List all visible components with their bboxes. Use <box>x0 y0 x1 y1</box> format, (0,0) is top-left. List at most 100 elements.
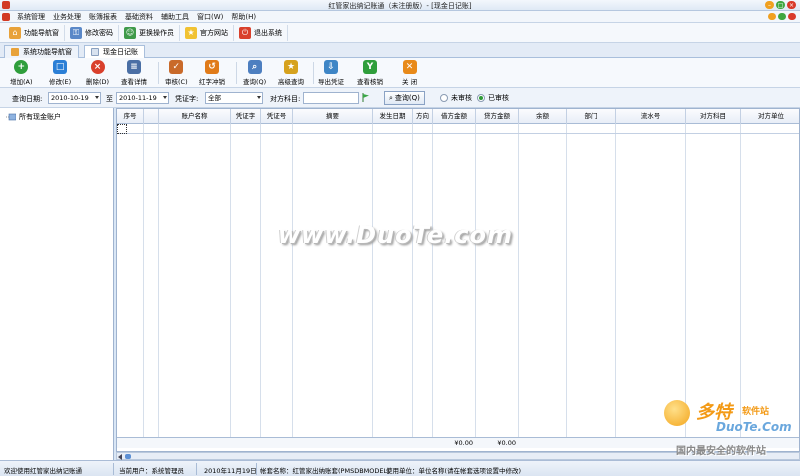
menu-help[interactable]: 帮助(H) <box>227 12 260 22</box>
col-voucher-no[interactable]: 凭证号 <box>261 109 293 124</box>
close-button[interactable]: ✕ 关 闭 <box>402 60 417 86</box>
counter-account-label: 对方科目: <box>270 95 301 103</box>
date-from-picker[interactable]: 2010-10-19 <box>48 92 101 104</box>
edit-icon: □ <box>53 60 68 74</box>
grid-header: 序号 账户名称 凭证字 凭证号 摘要 发生日期 方向 借方金额 贷方金额 余额 … <box>117 109 799 124</box>
counter-account-input[interactable] <box>303 92 359 104</box>
official-site-button[interactable]: ★ 官方网站 <box>180 24 234 41</box>
add-button[interactable]: + 增加(A) <box>10 60 33 86</box>
switch-operator-button[interactable]: ☺ 更换操作员 <box>119 24 180 41</box>
col-voucher-type[interactable]: 凭证字 <box>231 109 261 124</box>
close-window-icon[interactable]: × <box>787 1 796 9</box>
tree-item-label: 所有现金账户 <box>19 113 61 121</box>
radio-unaudited-dot <box>440 94 448 102</box>
document-tabs: 系统功能导航窗 现金日记账 <box>0 43 800 58</box>
date-to-picker[interactable]: 2010-11-19 <box>116 92 169 104</box>
menu-system[interactable]: 系统管理 <box>13 12 49 22</box>
flag-icon[interactable] <box>362 93 370 102</box>
excel-icon: Y <box>363 60 377 74</box>
mascot-icon <box>664 400 690 426</box>
grid-line <box>230 124 231 444</box>
voucher-type-label: 凭证字: <box>175 95 199 103</box>
nav-window-button[interactable]: ⌂ 功能导航窗 <box>4 24 65 41</box>
menu-basic-data[interactable]: 基础资料 <box>121 12 157 22</box>
grid-line <box>143 124 144 444</box>
watermark-logo-cn-small: 软件站 <box>742 407 770 417</box>
focused-cell[interactable] <box>117 124 127 134</box>
exit-system-button[interactable]: ⏻ 退出系统 <box>234 24 288 41</box>
query-submit-label: 查询(Q) <box>394 94 420 102</box>
advanced-query-label: 高级查询 <box>278 78 304 86</box>
status-separator <box>113 463 114 475</box>
tab-nav-window-label: 系统功能导航窗 <box>23 48 72 56</box>
delete-button[interactable]: × 删除(D) <box>86 60 109 86</box>
audit-icon: ✓ <box>169 60 184 74</box>
total-debit: ¥0.00 <box>454 439 473 447</box>
tab-cash-journal[interactable]: 现金日记账 <box>84 45 145 58</box>
view-writeoff-label: 查看核销 <box>357 78 383 86</box>
audit-button[interactable]: ✓ 审核(C) <box>165 60 188 86</box>
col-debit[interactable]: 借方金额 <box>433 109 476 124</box>
radio-audited[interactable]: 已审核 <box>477 93 509 103</box>
mdi-minimize-icon[interactable] <box>768 13 776 20</box>
col-serial[interactable]: 流水号 <box>616 109 686 124</box>
key-icon: ⚿ <box>70 26 82 39</box>
view-details-button[interactable]: ≡ 查看详情 <box>121 60 147 86</box>
red-reverse-button[interactable]: ↺ 红字冲销 <box>199 60 225 86</box>
tree-item-all-cash-accounts[interactable]: 所有现金账户 <box>6 112 61 122</box>
menu-reports[interactable]: 账簿报表 <box>85 12 121 22</box>
home-icon <box>11 48 19 56</box>
search-icon: ⌕ <box>247 60 262 74</box>
status-bar: 欢迎使用红管家出纳记账通 当前用户：系统管理员 2010年11月19日 帐套名称… <box>0 460 800 476</box>
advanced-query-button[interactable]: ★ 高级查询 <box>278 60 304 86</box>
menu-window[interactable]: 窗口(W) <box>193 12 227 22</box>
export-voucher-button[interactable]: ⇩ 导出凭证 <box>318 60 344 86</box>
grid-line <box>615 124 616 444</box>
grid-line <box>372 124 373 444</box>
radio-unaudited[interactable]: 未审核 <box>440 93 472 103</box>
app-menu-icon[interactable] <box>2 12 10 21</box>
col-account-name[interactable]: 账户名称 <box>159 109 231 124</box>
menu-business[interactable]: 业务处理 <box>49 12 85 22</box>
query-submit-button[interactable]: ⌕ 查询(Q) <box>384 91 425 105</box>
nav-window-label: 功能导航窗 <box>24 28 59 37</box>
mdi-close-icon[interactable] <box>788 13 796 20</box>
change-password-button[interactable]: ⚿ 修改密码 <box>65 24 119 41</box>
voucher-type-select[interactable]: 全部 <box>205 92 263 104</box>
window-controls: – □ × <box>765 1 796 9</box>
col-seq[interactable]: 序号 <box>117 109 144 124</box>
col-department[interactable]: 部门 <box>567 109 616 124</box>
close-label: 关 闭 <box>402 78 418 86</box>
mdi-restore-icon[interactable] <box>778 13 786 20</box>
col-counter-unit[interactable]: 对方单位 <box>741 109 799 124</box>
minimize-icon[interactable]: – <box>765 1 774 9</box>
col-balance[interactable]: 余额 <box>519 109 567 124</box>
query-button[interactable]: ⌕ 查询(Q) <box>243 60 266 86</box>
watermark-text: www.DuoTe.com <box>278 221 513 249</box>
col-date[interactable]: 发生日期 <box>373 109 413 124</box>
star-icon: ★ <box>185 26 197 39</box>
edit-button[interactable]: □ 修改(E) <box>49 60 71 86</box>
total-credit: ¥0.00 <box>497 439 516 447</box>
col-credit[interactable]: 贷方金额 <box>476 109 519 124</box>
status-account-set: 帐套名称：红管家出纳账套(PMSDBMODEL) <box>260 467 390 475</box>
tab-nav-window[interactable]: 系统功能导航窗 <box>4 45 79 58</box>
col-flag[interactable] <box>144 109 159 124</box>
menu-tools[interactable]: 辅助工具 <box>157 12 193 22</box>
scroll-thumb[interactable] <box>125 454 131 459</box>
home-icon: ⌂ <box>9 26 21 39</box>
edit-label: 修改(E) <box>49 78 72 86</box>
grid-line <box>260 124 261 444</box>
status-separator <box>256 463 257 475</box>
date-to-label: 至 <box>106 95 113 103</box>
window-title: 红管家出纳记账通（未注册版）- [现金日记账] <box>328 2 472 10</box>
main-toolbar: ⌂ 功能导航窗 ⚿ 修改密码 ☺ 更换操作员 ★ 官方网站 ⏻ 退出系统 <box>0 23 800 43</box>
table-row[interactable] <box>117 124 799 134</box>
col-summary[interactable]: 摘要 <box>293 109 373 124</box>
col-counter-account[interactable]: 对方科目 <box>686 109 741 124</box>
switch-operator-label: 更换操作员 <box>139 28 174 37</box>
col-direction[interactable]: 方向 <box>413 109 433 124</box>
radio-audited-dot <box>477 94 485 102</box>
view-writeoff-button[interactable]: Y 查看核销 <box>357 60 383 86</box>
maximize-icon[interactable]: □ <box>776 1 785 9</box>
